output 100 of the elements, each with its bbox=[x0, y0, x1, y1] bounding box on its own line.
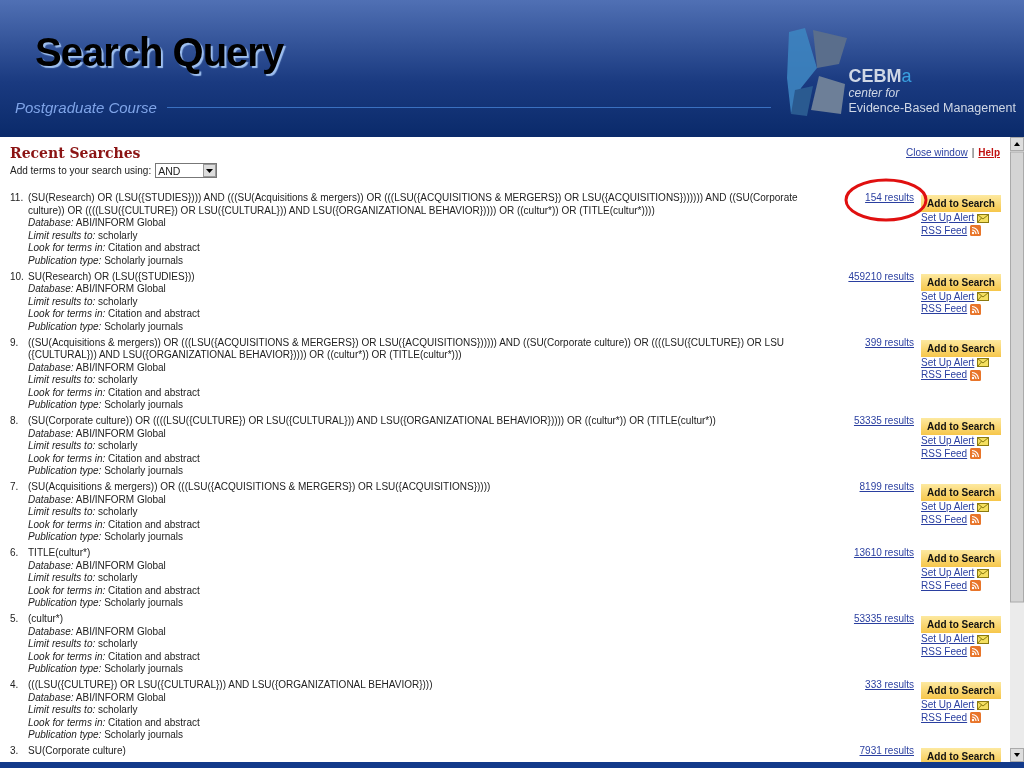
add-to-search-button[interactable]: Add to Search bbox=[921, 273, 1001, 291]
set-up-alert-link[interactable]: Set Up Alert bbox=[921, 290, 975, 303]
query-text: SU(Corporate culture) bbox=[28, 745, 127, 758]
top-link[interactable]: Close window bbox=[906, 147, 968, 158]
entry-number: 8. bbox=[10, 415, 20, 428]
slide-subtitle: Postgraduate Course bbox=[15, 99, 157, 116]
envelope-icon bbox=[977, 502, 990, 512]
detail-line: Look for terms in: Citation and abstract bbox=[28, 308, 201, 321]
detail-line: Database: ABI/INFORM Global bbox=[28, 217, 167, 230]
rss-icon bbox=[970, 514, 982, 526]
results-link[interactable]: 7931 results bbox=[859, 745, 914, 756]
section-heading: Recent Searches bbox=[10, 145, 141, 161]
add-to-search-button[interactable]: Add to Search bbox=[921, 550, 1001, 567]
detail-line: Publication type: Scholarly journals bbox=[28, 531, 185, 544]
add-to-search-button[interactable]: Add to Search bbox=[921, 748, 1001, 762]
detail-line: Look for terms in: Citation and abstract bbox=[28, 242, 201, 255]
results-link[interactable]: 13610 results bbox=[853, 547, 914, 558]
query-text: (cultur*) bbox=[28, 613, 64, 626]
detail-line: Limit results to: scholarly bbox=[28, 572, 139, 585]
query-text: (SU(Research) OR (LSU({STUDIES}))) AND (((SU(Acquisitions & mergers)) OR (((LSU({ACQUISITIONS & MERGERS}) OR LSU({ACQUISITIONS})))))) AND ((SU(Corporate culture)) OR ((((LSU({CULTURE}) OR LSU({CULTURAL})) AND LSU({ORGANIZATIONAL BEHAVIOR})))) OR ((cultur*)) OR (TITLE(cultur*)))) bbox=[28, 192, 799, 217]
link-separator: | bbox=[971, 147, 975, 158]
query-text: (((LSU({CULTURE}) OR LSU({CULTURAL})) AND LSU({ORGANIZATIONAL BEHAVIOR}))) bbox=[28, 679, 434, 692]
detail-line: Limit results to: scholarly bbox=[28, 638, 139, 651]
set-up-alert-link[interactable]: Set Up Alert bbox=[921, 435, 975, 448]
detail-line: Look for terms in: Citation and abstract bbox=[28, 716, 201, 729]
envelope-icon bbox=[977, 213, 990, 223]
results-link[interactable]: 154 results bbox=[865, 192, 914, 203]
rss-feed-link[interactable]: RSS Feed bbox=[921, 645, 968, 658]
set-up-alert-link[interactable]: Set Up Alert bbox=[921, 501, 975, 514]
entry-number: 7. bbox=[10, 481, 20, 494]
rss-icon bbox=[970, 303, 982, 315]
rss-icon bbox=[970, 369, 982, 381]
entry-number: 4. bbox=[10, 679, 20, 692]
detail-line: Database: ABI/INFORM Global bbox=[28, 493, 167, 506]
set-up-alert-link[interactable]: Set Up Alert bbox=[921, 356, 975, 369]
query-text: SU(Research) OR (LSU({STUDIES})) bbox=[28, 270, 196, 283]
detail-line: Limit results to: scholarly bbox=[28, 440, 139, 453]
entry-number: 10. bbox=[10, 270, 25, 284]
set-up-alert-link[interactable]: Set Up Alert bbox=[921, 212, 975, 225]
rss-icon bbox=[970, 580, 982, 592]
detail-line: Publication type: Scholarly journals bbox=[28, 320, 185, 333]
add-to-search-button[interactable]: Add to Search bbox=[921, 418, 1001, 435]
detail-line: Publication type: Scholarly journals bbox=[28, 729, 185, 742]
results-link[interactable]: 53335 results bbox=[853, 415, 914, 426]
detail-line: Look for terms in: Citation and abstract bbox=[28, 584, 201, 597]
entry-number: 5. bbox=[10, 613, 20, 626]
envelope-icon bbox=[977, 358, 990, 368]
rss-feed-link[interactable]: RSS Feed bbox=[921, 513, 968, 526]
set-up-alert-link[interactable]: Set Up Alert bbox=[921, 633, 975, 646]
query-text: (SU(Corporate culture)) OR ((((LSU({CULTURE}) OR LSU({CULTURAL})) AND LSU({ORGANIZATIONAL BEHAVIOR})))) OR ((cultur*)) OR (TITLE(cultur*)) bbox=[28, 415, 717, 428]
detail-line: Publication type: Scholarly journals bbox=[28, 254, 185, 267]
entry-number: 9. bbox=[10, 336, 20, 350]
results-link[interactable]: 8199 results bbox=[859, 481, 914, 492]
rss-feed-link[interactable]: RSS Feed bbox=[921, 711, 968, 724]
set-up-alert-link[interactable]: Set Up Alert bbox=[921, 699, 975, 712]
detail-line: Publication type: Scholarly journals bbox=[28, 663, 185, 676]
rss-feed-link[interactable]: RSS Feed bbox=[921, 303, 968, 316]
detail-line: Look for terms in: Citation and abstract bbox=[28, 452, 201, 465]
top-link[interactable]: Help bbox=[978, 147, 1000, 158]
results-link[interactable]: 333 results bbox=[865, 679, 914, 690]
results-link[interactable]: 459210 results bbox=[848, 270, 914, 282]
detail-line: Database: ABI/INFORM Global bbox=[28, 361, 167, 374]
detail-line: Limit results to: scholarly bbox=[28, 704, 139, 717]
detail-line: Look for terms in: Citation and abstract bbox=[28, 518, 201, 531]
detail-line: Look for terms in: Citation and abstract bbox=[28, 386, 201, 399]
envelope-icon bbox=[977, 436, 990, 446]
logo-wordmark: CEBMa bbox=[848, 66, 913, 86]
add-to-search-button[interactable]: Add to Search bbox=[921, 195, 1001, 212]
query-text: ((SU(Acquisitions & mergers)) OR (((LSU({ACQUISITIONS & MERGERS}) OR LSU({ACQUISITIONS}))))) AND ((SU(Corporate culture)) OR ((((LSU({CULTURE}) OR LSU ({CULTURAL})) AND LSU({ORGANIZATIONAL BEHAVIOR})))) OR ((cultur*)) OR (TITLE(cultur*))) bbox=[28, 336, 786, 362]
rss-feed-link[interactable]: RSS Feed bbox=[921, 369, 968, 382]
query-text: TITLE(cultur*) bbox=[28, 547, 92, 560]
logo-tagline: center for bbox=[848, 86, 901, 100]
entry-number: 6. bbox=[10, 547, 20, 560]
rss-icon bbox=[970, 646, 982, 658]
envelope-icon bbox=[977, 634, 990, 644]
detail-line: Limit results to: scholarly bbox=[28, 506, 139, 519]
rss-icon bbox=[970, 448, 982, 460]
detail-line: Look for terms in: Citation and abstract bbox=[28, 650, 201, 663]
add-to-search-button[interactable]: Add to Search bbox=[921, 616, 1001, 633]
combine-label: Add terms to your search using: bbox=[10, 165, 152, 176]
detail-line: Limit results to: scholarly bbox=[28, 295, 139, 308]
results-link[interactable]: 399 results bbox=[865, 336, 914, 348]
results-link[interactable]: 53335 results bbox=[853, 613, 914, 624]
operator-dropdown[interactable]: AND bbox=[155, 163, 218, 178]
logo-tagline: Evidence-Based Management bbox=[848, 100, 1016, 116]
detail-line: Limit results to: scholarly bbox=[28, 374, 139, 387]
rss-feed-link[interactable]: RSS Feed bbox=[921, 224, 968, 237]
detail-line: Publication type: Scholarly journals bbox=[28, 465, 185, 478]
add-to-search-button[interactable]: Add to Search bbox=[921, 682, 1001, 699]
entry-number: 3. bbox=[10, 745, 20, 758]
add-to-search-button[interactable]: Add to Search bbox=[921, 339, 1001, 357]
slide-title: Search Query bbox=[35, 29, 285, 76]
rss-feed-link[interactable]: RSS Feed bbox=[921, 447, 968, 460]
envelope-icon bbox=[977, 292, 990, 302]
query-text: (SU(Acquisitions & mergers)) OR (((LSU({ACQUISITIONS & MERGERS}) OR LSU({ACQUISITIONS})))) bbox=[28, 481, 492, 494]
set-up-alert-link[interactable]: Set Up Alert bbox=[921, 567, 975, 580]
detail-line: Limit results to: scholarly bbox=[28, 229, 139, 242]
envelope-icon bbox=[977, 700, 990, 710]
add-to-search-button[interactable]: Add to Search bbox=[921, 484, 1001, 501]
rss-feed-link[interactable]: RSS Feed bbox=[921, 579, 968, 592]
